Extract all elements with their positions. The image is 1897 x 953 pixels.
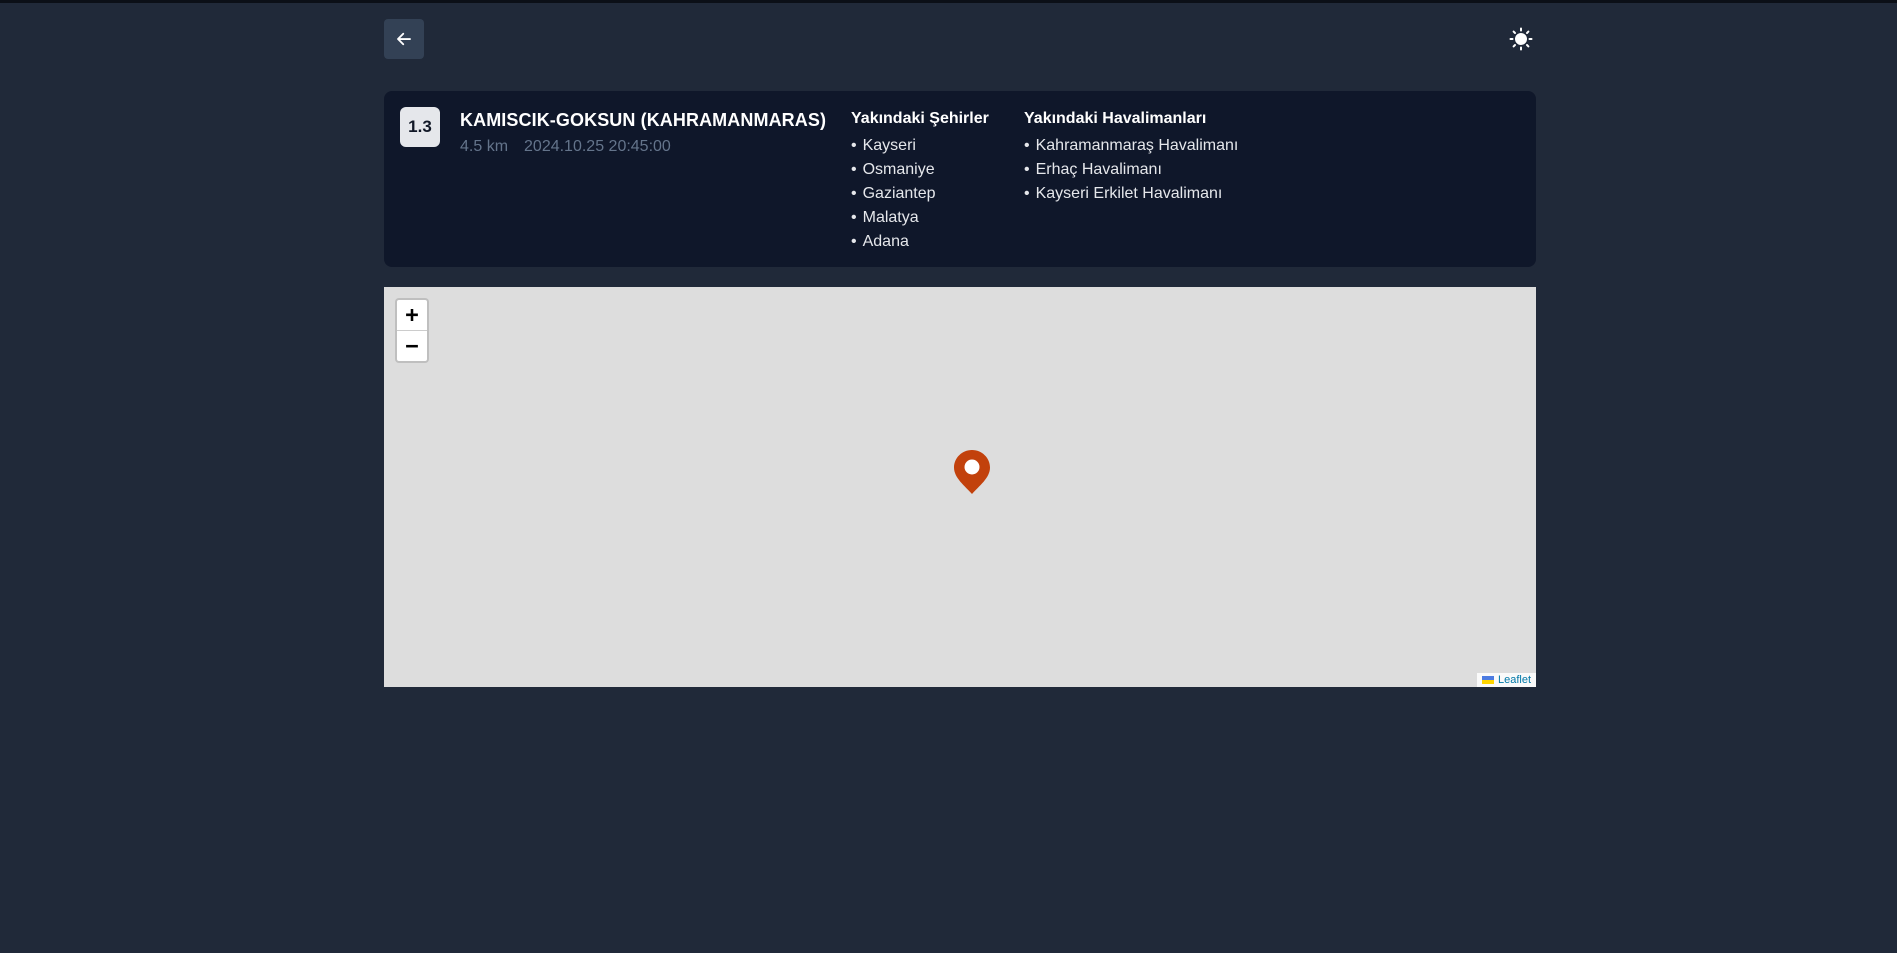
- location-title: KAMISCIK-GOKSUN (KAHRAMANMARAS): [460, 110, 827, 130]
- theme-toggle-button[interactable]: [1506, 24, 1536, 54]
- nearby-cities-heading: Yakındaki Şehirler: [851, 110, 989, 127]
- page-container: 1.3 KAMISCIK-GOKSUN (KAHRAMANMARAS) 4.5 …: [384, 0, 1536, 687]
- city-item: Malatya: [851, 206, 989, 230]
- city-item: Adana: [851, 230, 989, 254]
- back-button[interactable]: [384, 19, 424, 59]
- nearby-airports-heading: Yakındaki Havalimanları: [1024, 110, 1207, 127]
- map-view[interactable]: + − Leaflet: [384, 287, 1536, 687]
- nearby-cities-section: Yakındaki Şehirler Kayseri Osmaniye Gazi…: [851, 110, 989, 254]
- city-item: Gaziantep: [851, 182, 989, 206]
- earthquake-meta: 4.5 km 2024.10.25 20:45:00: [460, 138, 671, 156]
- zoom-out-button[interactable]: −: [397, 331, 427, 361]
- nearby-airports-section: Yakındaki Havalimanları Kahramanmaraş Ha…: [1024, 110, 1238, 206]
- top-bar: [384, 0, 1536, 92]
- nearby-airports-list: Kahramanmaraş Havalimanı Erhaç Havaliman…: [1024, 134, 1239, 206]
- sun-icon: [1509, 27, 1533, 51]
- zoom-control: + −: [395, 298, 429, 363]
- magnitude-badge: 1.3: [400, 107, 440, 147]
- city-item: Kayseri: [851, 134, 989, 158]
- earthquake-detail-card: 1.3 KAMISCIK-GOKSUN (KAHRAMANMARAS) 4.5 …: [384, 91, 1536, 267]
- map-attribution: Leaflet: [1476, 673, 1536, 687]
- leaflet-link[interactable]: Leaflet: [1498, 674, 1531, 686]
- airport-item: Kayseri Erkilet Havalimanı: [1024, 182, 1238, 206]
- nearby-cities-list: Kayseri Osmaniye Gaziantep Malatya Adana: [851, 134, 989, 254]
- ukraine-flag-icon: [1481, 676, 1494, 684]
- zoom-in-button[interactable]: +: [397, 300, 427, 331]
- map-marker-icon[interactable]: [953, 449, 991, 495]
- airport-item: Erhaç Havalimanı: [1024, 158, 1238, 182]
- city-item: Osmaniye: [851, 158, 989, 182]
- datetime-value: 2024.10.25 20:45:00: [524, 138, 671, 155]
- depth-value: 4.5 km: [460, 138, 509, 155]
- airport-item: Kahramanmaraş Havalimanı: [1024, 134, 1239, 158]
- arrow-left-icon: [397, 32, 411, 46]
